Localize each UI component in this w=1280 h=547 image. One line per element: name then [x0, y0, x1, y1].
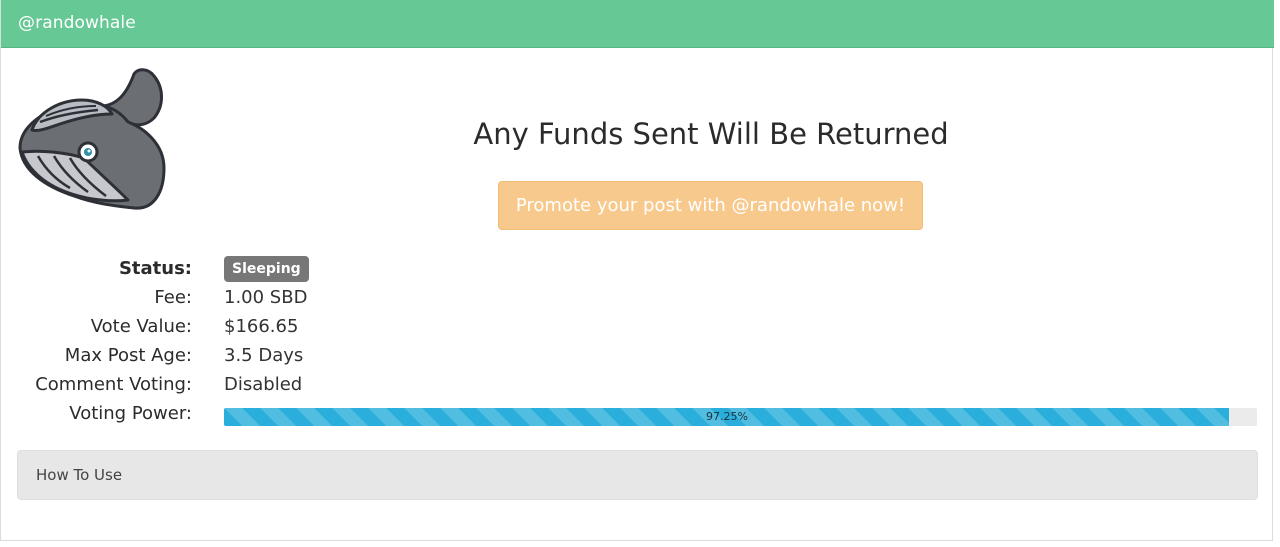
- vote-value-label: Vote Value:: [90, 316, 192, 337]
- promote-post-button[interactable]: Promote your post with @randowhale now!: [498, 181, 923, 230]
- how-to-use-panel[interactable]: How To Use: [17, 450, 1258, 500]
- status-label: Status:: [118, 258, 192, 279]
- voting-power-label: Voting Power:: [69, 403, 192, 424]
- page-title: @randowhale: [18, 13, 136, 33]
- comment-voting-value: Disabled: [224, 374, 303, 395]
- fee-value: 1.00 SBD: [224, 287, 308, 308]
- fee-label: Fee:: [154, 287, 192, 308]
- max-post-age-value: 3.5 Days: [224, 345, 304, 366]
- vote-value: $166.65: [224, 316, 299, 337]
- voting-power-text: 97.25%: [706, 410, 748, 423]
- comment-voting-label: Comment Voting:: [35, 374, 192, 395]
- whale-logo-icon: [18, 68, 166, 210]
- max-post-age-label: Max Post Age:: [64, 345, 192, 366]
- how-to-use-label: How To Use: [36, 466, 123, 484]
- status-badge: Sleeping: [224, 256, 309, 282]
- voting-power-progress: 97.25%: [224, 408, 1257, 426]
- panel-header: @randowhale: [1, 0, 1274, 48]
- headline: Any Funds Sent Will Be Returned: [473, 117, 949, 151]
- main-panel: @randowhale Any Funds Sent Will Be Retur…: [0, 0, 1274, 541]
